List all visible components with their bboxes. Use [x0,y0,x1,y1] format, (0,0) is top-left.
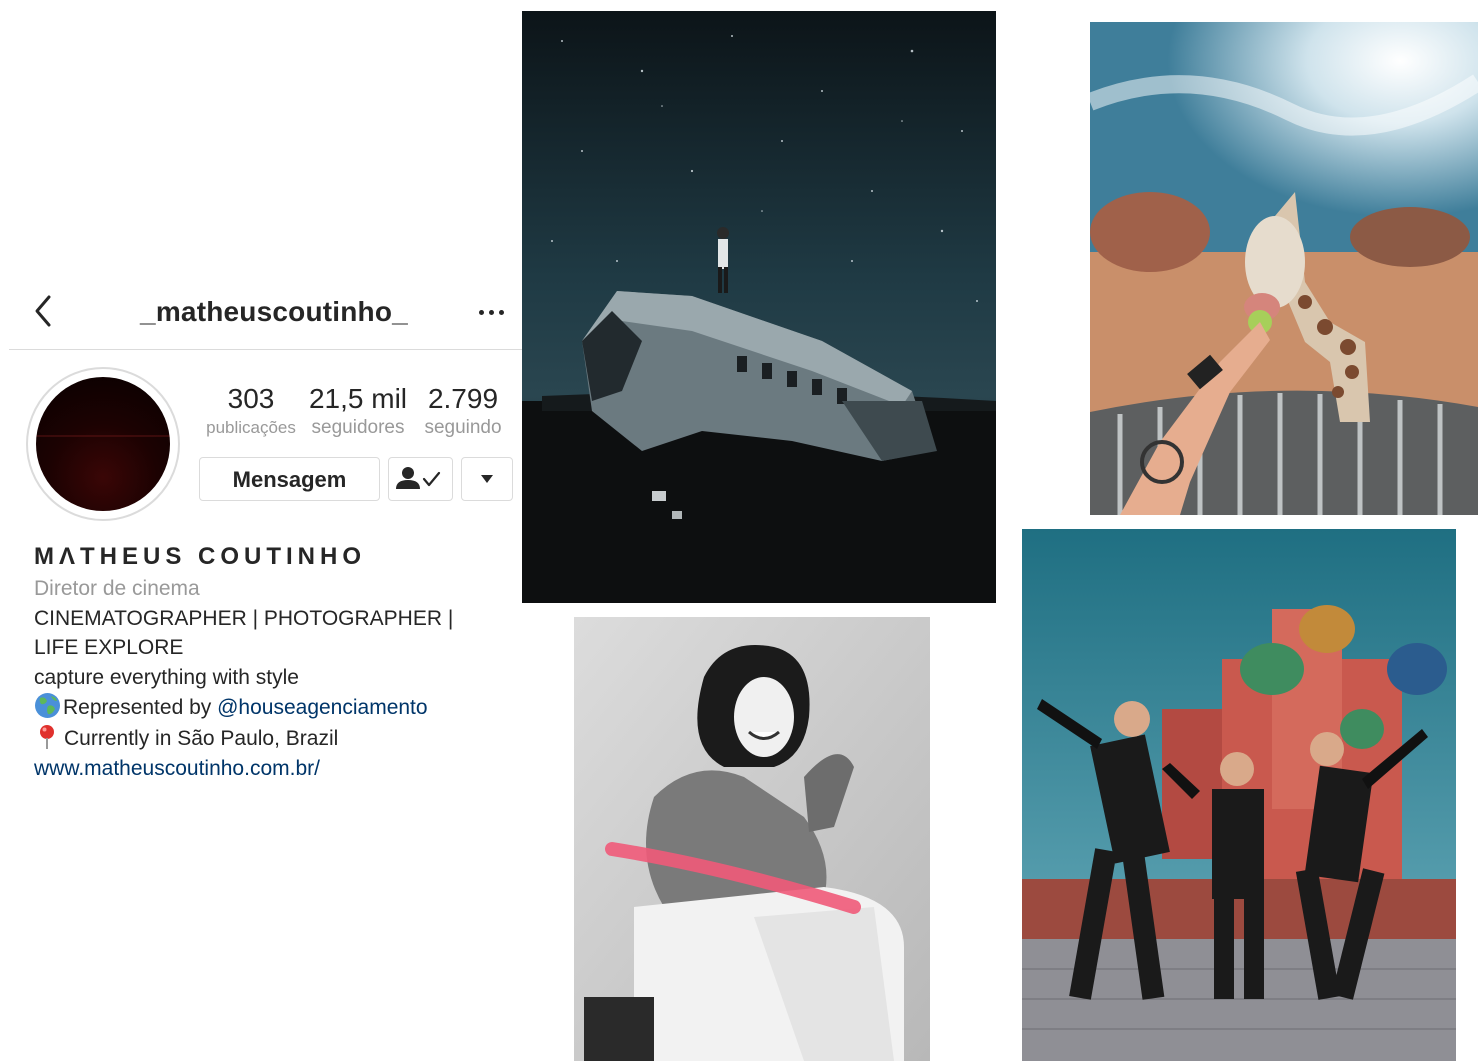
bio-represented-line: Represented by @houseagenciamento [34,692,534,723]
stat-posts-value: 303 [227,383,275,414]
stat-followers-label: seguidores [311,417,405,438]
giraffe-illustration [1090,22,1478,515]
woman-portrait-bw-photo[interactable] [574,617,930,1061]
profile-full-name: MΛTHEUS COUTINHO [34,543,366,570]
profile-header-bar: _matheuscoutinho_ [9,278,537,350]
stat-following-value: 2.799 [427,383,499,414]
stat-followers[interactable]: 21,5 mil seguidores [303,382,413,440]
bio-line: LIFE EXPLORE [34,636,184,660]
caret-down-icon [481,475,493,483]
stat-posts-label: publicações [206,418,296,437]
suggestions-dropdown-button[interactable] [461,457,513,501]
profile-bio: MΛTHEUS COUTINHO Diretor de cinema CINEM… [34,540,534,783]
chevron-left-icon [35,295,51,327]
bio-location-line: Currently in São Paulo, Brazil [34,723,534,754]
represented-by-text: Represented by [63,696,218,720]
stat-posts: 303 publicações [199,382,303,440]
globe-emoji-icon [35,693,60,719]
avatar[interactable] [26,367,180,521]
following-button[interactable] [388,457,453,501]
plane-wreck-night-photo[interactable] [522,11,996,603]
profile-username: _matheuscoutinho_ [140,296,408,327]
house-agency-mention-link[interactable]: @houseagenciamento [217,696,427,719]
person-check-icon [396,467,441,489]
stat-followers-value: 21,5 mil [308,383,408,414]
pin-emoji-icon [40,724,54,749]
avatar-image [36,377,170,511]
message-button[interactable]: Mensagem [199,457,380,501]
more-horizontal-icon-dot [489,310,494,315]
plane-wreck-illustration [522,11,996,603]
kremlin-group-photo[interactable] [1022,529,1456,1061]
more-horizontal-icon-dot [499,310,504,315]
woman-portrait-illustration [574,617,930,1061]
collage-page: _matheuscoutinho_ 303 publicações 21,5 m… [0,0,1478,1061]
bio-line: capture everything with style [34,665,299,689]
back-button[interactable] [31,293,55,329]
bio-line: CINEMATOGRAPHER | PHOTOGRAPHER | [34,606,454,630]
profile-card: _matheuscoutinho_ 303 publicações 21,5 m… [9,278,537,818]
stat-following-label: seguindo [424,417,502,438]
message-button-label: Mensagem [232,467,347,492]
giraffe-feeding-photo[interactable] [1090,22,1478,515]
more-options-button[interactable] [477,298,507,326]
kremlin-group-illustration [1022,529,1456,1061]
more-horizontal-icon-dot [479,310,484,315]
profile-category: Diretor de cinema [34,577,200,600]
location-text: Currently in São Paulo, Brazil [64,726,339,750]
stat-following[interactable]: 2.799 seguindo [413,382,513,440]
website-link[interactable]: www.matheuscoutinho.com.br/ [34,754,534,784]
